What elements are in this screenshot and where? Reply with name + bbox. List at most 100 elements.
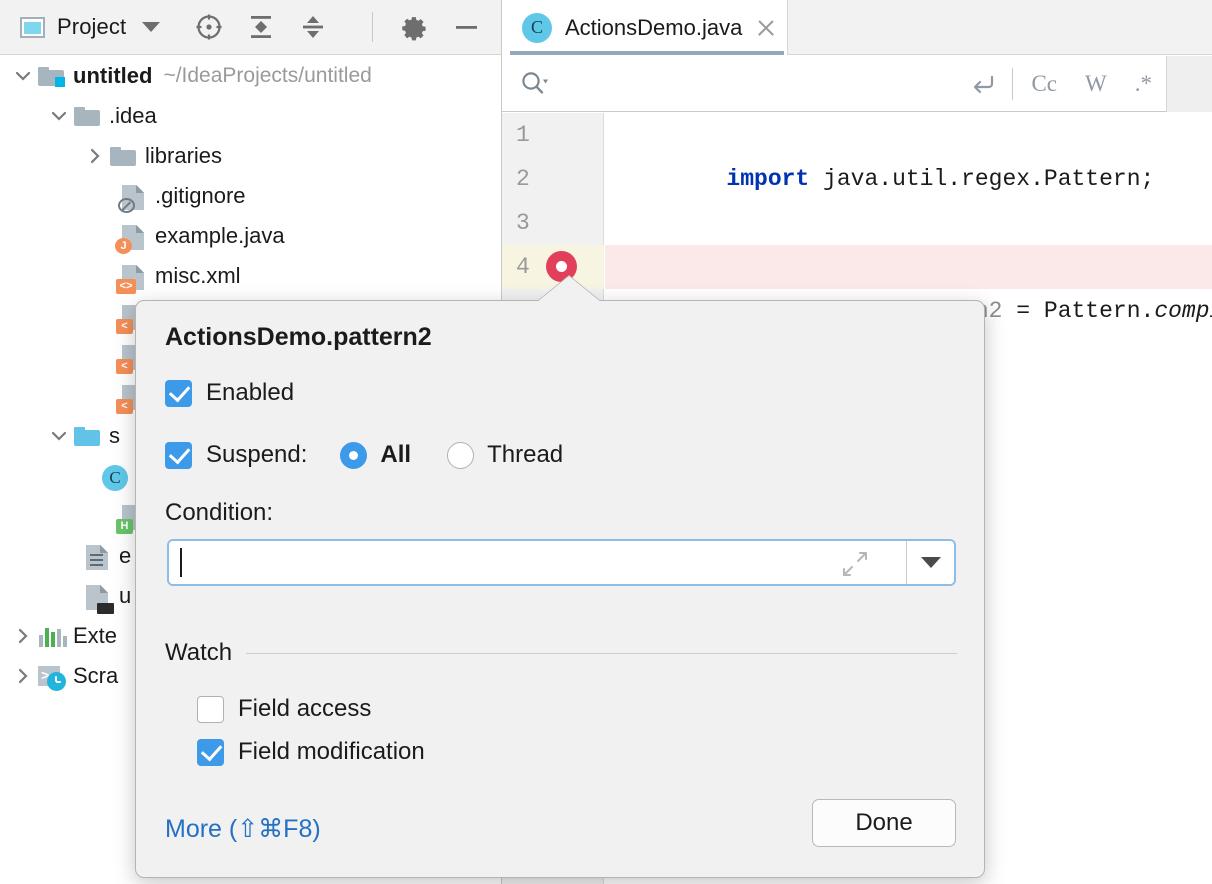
code-line-1: import java.util.regex.Pattern; [605, 113, 1212, 157]
code-token: compile [1154, 298, 1212, 324]
external-libraries-icon [36, 621, 66, 651]
code-line-3: class ActionsDemo { [605, 201, 1212, 245]
match-case-toggle[interactable]: Cc [1017, 71, 1071, 97]
field-modification-checkbox[interactable] [197, 739, 224, 766]
suspend-row: Suspend: All Thread [165, 441, 563, 469]
code-line-4: Pattern pattern2 = Pattern.compile [605, 245, 1212, 289]
folder-icon [72, 101, 102, 131]
search-icon[interactable] [518, 69, 552, 99]
done-button[interactable]: Done [812, 799, 956, 847]
project-toolbar: Project [0, 0, 501, 55]
chevron-down-icon[interactable] [10, 63, 36, 89]
search-divider [1012, 68, 1013, 100]
search-bar-end-pad [1166, 56, 1212, 112]
java-class-icon: C [522, 13, 552, 43]
tab-active-underline [510, 51, 784, 55]
close-icon[interactable] [755, 17, 777, 39]
watch-separator [246, 653, 957, 654]
tab-actionsdemo-java[interactable]: C ActionsDemo.java [502, 0, 788, 55]
field-modification-row[interactable]: Field modification [197, 738, 425, 766]
tree-label: misc.xml [155, 263, 241, 289]
new-line-icon[interactable] [966, 69, 1000, 99]
field-access-checkbox[interactable] [197, 696, 224, 723]
suspend-thread-label: Thread [487, 441, 563, 469]
line-number: 3 [502, 201, 604, 245]
condition-input[interactable] [169, 541, 906, 584]
line-number: 1 [502, 113, 604, 157]
breakpoint-settings-popup: ActionsDemo.pattern2 Enabled Suspend: Al… [135, 300, 985, 878]
project-path-label: ~/IdeaProjects/untitled [163, 64, 371, 88]
tree-label: .idea [109, 103, 157, 129]
project-view-dropdown-icon[interactable] [142, 22, 160, 32]
field-access-label: Field access [238, 695, 371, 723]
module-folder-icon [36, 61, 66, 91]
tree-label: example.java [155, 223, 285, 249]
tree-label: Exte [73, 623, 117, 649]
code-token: = Pattern. [1002, 298, 1154, 324]
enabled-checkbox-row[interactable]: Enabled [165, 379, 294, 407]
field-modification-label: Field modification [238, 738, 425, 766]
tree-row-untitled[interactable]: untitled ~/IdeaProjects/untitled [0, 56, 501, 96]
more-link[interactable]: More (⇧⌘F8) [165, 814, 321, 844]
chevron-right-icon[interactable] [10, 663, 36, 689]
chevron-right-icon[interactable] [82, 143, 108, 169]
condition-input-wrapper[interactable] [167, 539, 956, 586]
line-number: 2 [502, 157, 604, 201]
tree-row-gitignore[interactable]: .gitignore [0, 176, 501, 216]
collapse-all-icon[interactable] [298, 12, 328, 42]
ide-window: Project [0, 0, 1212, 884]
search-input[interactable] [558, 72, 966, 96]
project-view-icon [20, 17, 45, 38]
tree-row-idea[interactable]: .idea [0, 96, 501, 136]
suspend-thread-radio[interactable] [447, 442, 474, 469]
xml-file-icon: <> [118, 261, 148, 291]
tree-label: .gitignore [155, 183, 246, 209]
tree-label: s [109, 423, 120, 449]
tree-label: libraries [145, 143, 222, 169]
condition-history-dropdown[interactable] [907, 541, 954, 584]
tree-label: e [119, 543, 131, 569]
chevron-down-icon [921, 557, 941, 568]
find-in-file-bar: Cc W .* [502, 56, 1212, 112]
enabled-label: Enabled [206, 379, 294, 407]
watch-section-header: Watch [165, 639, 957, 667]
settings-gear-icon[interactable] [399, 12, 429, 42]
expand-editor-icon[interactable] [842, 551, 868, 577]
tab-label: ActionsDemo.java [565, 15, 742, 41]
popup-callout-arrow [537, 276, 601, 302]
field-access-row[interactable]: Field access [197, 695, 371, 723]
suspend-all-label: All [380, 441, 411, 469]
popup-title: ActionsDemo.pattern2 [165, 323, 432, 352]
scratches-icon: > [36, 661, 66, 691]
tree-row-misc-xml[interactable]: <> misc.xml [0, 256, 501, 296]
words-toggle[interactable]: W [1071, 71, 1121, 97]
chevron-down-icon[interactable] [46, 103, 72, 129]
project-view-label[interactable]: Project [57, 14, 126, 40]
java-class-icon: C [100, 461, 130, 491]
editor-tab-bar: C ActionsDemo.java [502, 0, 1212, 55]
suspend-checkbox[interactable] [165, 442, 192, 469]
chevron-down-icon[interactable] [46, 423, 72, 449]
gitignore-file-icon [118, 181, 148, 211]
tree-label: u [119, 583, 131, 609]
code-line-2 [605, 157, 1212, 201]
toolbar-divider [372, 12, 373, 42]
condition-label: Condition: [165, 499, 273, 527]
text-file-icon [82, 541, 112, 571]
folder-icon [108, 141, 138, 171]
expand-all-icon[interactable] [246, 12, 276, 42]
binary-file-icon [82, 581, 112, 611]
chevron-right-icon[interactable] [10, 623, 36, 649]
suspend-all-radio-row[interactable]: All [340, 441, 411, 469]
regex-toggle[interactable]: .* [1121, 71, 1166, 97]
tree-row-libraries[interactable]: libraries [0, 136, 501, 176]
tree-row-example-java[interactable]: J example.java [0, 216, 501, 256]
enabled-checkbox[interactable] [165, 380, 192, 407]
suspend-all-radio[interactable] [340, 442, 367, 469]
text-caret [180, 548, 182, 577]
suspend-thread-radio-row[interactable]: Thread [447, 441, 563, 469]
locate-icon[interactable] [194, 12, 224, 42]
hide-panel-icon[interactable] [451, 12, 481, 42]
java-file-icon: J [118, 221, 148, 251]
source-folder-icon [72, 421, 102, 451]
